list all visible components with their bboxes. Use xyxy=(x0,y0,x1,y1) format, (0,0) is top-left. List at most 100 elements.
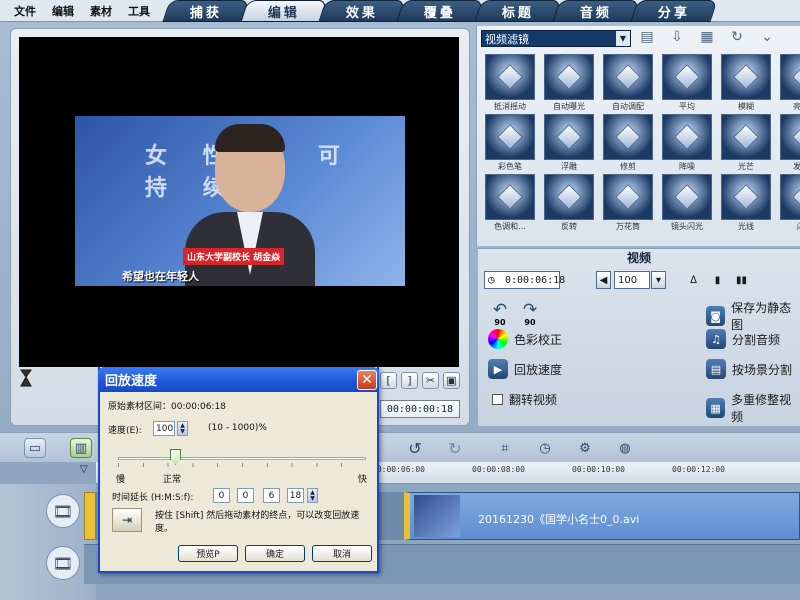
filter-thumbnail xyxy=(485,114,535,160)
speed-slider-track[interactable] xyxy=(118,457,366,460)
filter-thumbnail xyxy=(662,54,712,100)
menu-edit[interactable]: 编辑 xyxy=(46,3,80,19)
fade-in-icon[interactable]: ᐃ xyxy=(686,271,701,289)
cube-icon xyxy=(733,64,759,90)
playback-speed-button[interactable]: ▶ 回放速度 xyxy=(488,359,562,379)
filter-thumbnail xyxy=(485,174,535,220)
fast-label: 快 xyxy=(358,475,368,485)
filter-item[interactable]: 降噪 xyxy=(658,114,716,174)
volume-mute-icon[interactable]: ◀ xyxy=(596,271,611,289)
hint-text: 按住 [Shift] 然后拖动素材的终点，可以改变回放速度。 xyxy=(155,511,360,534)
save-still-button[interactable]: ◙ 保存为静态图 xyxy=(706,299,800,333)
scrub-handle-icon[interactable] xyxy=(20,369,32,387)
color-correct-button[interactable]: 色彩校正 xyxy=(488,329,562,349)
filter-item[interactable]: 光芒 xyxy=(717,114,775,174)
filter-item[interactable]: 模糊 xyxy=(717,54,775,114)
tab-audio[interactable]: 音频 xyxy=(552,0,640,22)
hours-field[interactable]: 0 xyxy=(213,488,230,503)
timeline-view-icon[interactable]: ▥ xyxy=(70,438,92,458)
volume-field[interactable]: 100 xyxy=(614,271,650,289)
filter-item[interactable]: 反转 xyxy=(540,174,598,234)
cube-icon xyxy=(497,184,523,210)
filter-thumbnail xyxy=(544,114,594,160)
import-icon[interactable]: ⇩ xyxy=(667,28,687,46)
checkbox[interactable] xyxy=(492,394,503,405)
tab-edit[interactable]: 编辑 xyxy=(240,0,328,22)
filter-item[interactable]: 闪电 xyxy=(776,174,800,234)
time-spinner[interactable]: ▲ ▼ xyxy=(307,488,318,503)
multi-trim-button[interactable]: ▦ 多重修整视频 xyxy=(706,391,800,425)
close-icon[interactable]: ✕ xyxy=(357,370,377,390)
filter-item[interactable]: 亮度和 xyxy=(776,54,800,114)
clip-duration-field[interactable]: 0:00:06:18 xyxy=(484,271,565,289)
rotate-left-icon[interactable]: ↶ 90 xyxy=(488,299,512,327)
menu-clip[interactable]: 素材 xyxy=(84,3,118,19)
storyboard-view-icon[interactable]: ▭ xyxy=(24,438,46,458)
minutes-field[interactable]: 0 xyxy=(237,488,254,503)
preview-button[interactable]: 预览P xyxy=(178,545,238,562)
reverse-video-checkbox[interactable]: 翻转视频 xyxy=(492,391,557,408)
dialog-title-bar[interactable]: 回放速度 ✕ xyxy=(98,367,379,392)
library-category-dropdown[interactable]: 视频滤镜 ▼ xyxy=(481,30,631,47)
filter-item[interactable]: 彩色笔 xyxy=(481,114,539,174)
rotate-right-icon[interactable]: ↷ 90 xyxy=(518,299,542,327)
overlay-track-icon[interactable]: 🎞 xyxy=(46,546,80,580)
tab-overlay[interactable]: 覆叠 xyxy=(396,0,484,22)
scissors-icon[interactable]: ✂ xyxy=(422,372,439,389)
cube-icon xyxy=(615,184,641,210)
fullscreen-icon[interactable]: ▣ xyxy=(443,372,460,389)
audio-level-icon[interactable]: ▮▮ xyxy=(734,271,749,289)
tab-capture[interactable]: 捕获 xyxy=(162,0,250,22)
slow-label: 慢 xyxy=(116,475,126,485)
menu-file[interactable]: 文件 xyxy=(8,3,42,19)
filter-item[interactable]: 浮雕 xyxy=(540,114,598,174)
library-toolbar: ▤ ⇩ ▦ ↻ ⌄ xyxy=(637,28,777,46)
chevron-down-icon[interactable]: ▼ xyxy=(616,31,630,46)
speed-input[interactable]: 100 xyxy=(153,421,175,436)
ok-button[interactable]: 确定 xyxy=(245,545,305,562)
filter-item[interactable]: 发散光 xyxy=(776,114,800,174)
speaker-name-tag: 山东大学副校长 胡金焱 xyxy=(183,248,285,265)
volume-dropdown-icon[interactable]: ▾ xyxy=(651,271,666,289)
split-by-scene-button[interactable]: ▤ 按场景分割 xyxy=(706,359,792,379)
playhead-icon[interactable]: ▽ xyxy=(80,464,90,478)
refresh-icon[interactable]: ↻ xyxy=(727,28,747,46)
menu-tools[interactable]: 工具 xyxy=(122,3,156,19)
timeline-clip[interactable]: 20161230《国学小名士0_0.avi xyxy=(404,492,800,540)
split-audio-button[interactable]: ♫ 分割音频 xyxy=(706,329,780,349)
top-bar: 文件 编辑 素材 工具 捕获 编辑 效果 覆叠 标题 音频 分享 xyxy=(0,0,800,22)
fade-out-icon[interactable]: ▮ xyxy=(710,271,725,289)
filter-item[interactable]: 自动曝光 xyxy=(540,54,598,114)
redo-icon[interactable]: ↻ xyxy=(444,438,466,458)
smart-proxy-icon[interactable]: ⌗ xyxy=(494,438,516,458)
timer-icon[interactable]: ◷ xyxy=(534,438,556,458)
filter-item[interactable]: 色调和... xyxy=(481,174,539,234)
expand-icon[interactable]: ⌄ xyxy=(757,28,777,46)
cube-icon xyxy=(792,124,800,150)
mark-out-button[interactable]: ] xyxy=(401,372,418,389)
tab-share[interactable]: 分享 xyxy=(630,0,718,22)
preview-timecode[interactable]: 00:00:00:18 xyxy=(380,400,460,418)
filter-item[interactable]: 抵消摇动 xyxy=(481,54,539,114)
timeline-clip[interactable] xyxy=(84,492,96,540)
filter-item[interactable]: 修剪 xyxy=(599,114,657,174)
filter-item[interactable]: 平均 xyxy=(658,54,716,114)
folder-icon[interactable]: ▤ xyxy=(637,28,657,46)
tab-effect[interactable]: 效果 xyxy=(318,0,406,22)
filter-label: 彩色笔 xyxy=(498,162,522,171)
filter-item[interactable]: 光线 xyxy=(717,174,775,234)
video-track-icon[interactable]: 🎞 xyxy=(46,494,80,528)
seconds-field[interactable]: 6 xyxy=(263,488,280,503)
mark-in-button[interactable]: [ xyxy=(380,372,397,389)
tab-title[interactable]: 标题 xyxy=(474,0,562,22)
frames-field[interactable]: 18 xyxy=(287,488,304,503)
filter-item[interactable]: 自动调配 xyxy=(599,54,657,114)
speed-spinner[interactable]: ▲ ▼ xyxy=(177,421,188,436)
grid-view-icon[interactable]: ▦ xyxy=(697,28,717,46)
filter-item[interactable]: 万花筒 xyxy=(599,174,657,234)
chapter-icon[interactable]: ⚙ xyxy=(574,438,596,458)
filter-item[interactable]: 镜头闪光 xyxy=(658,174,716,234)
cancel-button[interactable]: 取消 xyxy=(312,545,372,562)
surround-icon[interactable]: ◍ xyxy=(614,438,636,458)
undo-icon[interactable]: ↺ xyxy=(404,438,426,458)
